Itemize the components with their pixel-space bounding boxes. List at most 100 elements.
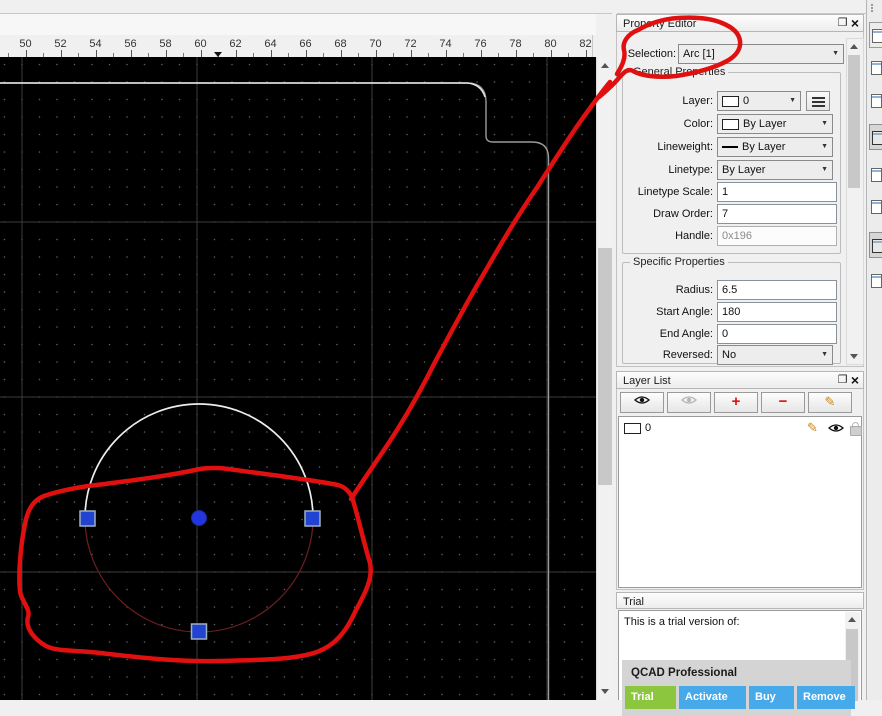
remove-layer-button[interactable]: −: [761, 392, 805, 413]
grip-end-point[interactable]: [304, 510, 321, 527]
layer-row[interactable]: 0 ✎: [619, 419, 862, 438]
window-top-strip: [0, 0, 882, 14]
close-panel-icon[interactable]: ×: [849, 373, 861, 387]
horizontal-ruler: 50 52 54 56 58 60 62 64 66 68 70 72 74 76 78 80 82: [0, 35, 593, 57]
trial-product-name: QCAD Professional: [631, 667, 738, 679]
ruler-number: 52: [54, 38, 67, 50]
color-swatch: [722, 118, 739, 130]
scrollbar-thumb[interactable]: [848, 55, 860, 188]
scrollbar-thumb[interactable]: [598, 248, 612, 485]
scroll-up-icon[interactable]: [850, 44, 858, 49]
radius-label: Radius:: [675, 284, 713, 296]
dock-toggle-column: [866, 0, 882, 700]
pencil-icon[interactable]: ✎: [807, 420, 818, 436]
selection-combobox[interactable]: Arc [1] ▼: [678, 44, 844, 64]
layer-combobox[interactable]: 0 ▼: [717, 91, 801, 111]
color-combobox[interactable]: By Layer ▼: [717, 114, 833, 134]
eye-icon: [634, 396, 650, 404]
close-panel-icon[interactable]: ×: [849, 16, 861, 30]
show-all-layers-button[interactable]: [620, 392, 664, 413]
end-angle-label: End Angle:: [659, 328, 713, 340]
scroll-down-icon[interactable]: [850, 354, 858, 359]
scroll-up-icon[interactable]: [601, 63, 609, 68]
ruler-number: 50: [19, 38, 32, 50]
dock-toggle-button[interactable]: [869, 162, 882, 188]
selection-value: Arc [1]: [683, 48, 715, 60]
dock-toggle-button-active[interactable]: [869, 232, 882, 258]
layer-menu-button[interactable]: [806, 91, 830, 111]
buy-button[interactable]: Buy: [749, 686, 794, 709]
panel-title: Trial: [623, 596, 644, 608]
ruler-ticks: 50 52 54 56 58 60 62 64 66 68 70 72 74 76 78 80 82: [0, 35, 592, 57]
float-panel-icon[interactable]: ❐: [837, 375, 848, 386]
dock-toggle-button-active[interactable]: [869, 124, 882, 150]
ruler-number: 72: [404, 38, 417, 50]
draw-order-label: Draw Order:: [653, 208, 713, 220]
draw-order-input[interactable]: [717, 204, 837, 224]
radius-input[interactable]: [717, 280, 837, 300]
selection-label: Selection:: [627, 48, 676, 60]
linetype-scale-label: Linetype Scale:: [637, 186, 713, 198]
pencil-icon: ✎: [824, 394, 836, 409]
canvas-vertical-scrollbar[interactable]: [596, 57, 613, 700]
trial-content: This is a trial version of: QCAD Profess…: [618, 610, 862, 716]
trial-titlebar[interactable]: Trial: [616, 592, 864, 609]
panel-title: Property Editor: [623, 18, 697, 30]
activate-button[interactable]: Activate: [679, 686, 746, 709]
ruler-number: 66: [299, 38, 312, 50]
reversed-combobox[interactable]: No ▼: [717, 345, 833, 365]
layer-list-titlebar[interactable]: Layer List ❐ ×: [616, 371, 864, 389]
reversed-value: No: [722, 349, 737, 361]
trial-tab-button[interactable]: Trial: [625, 686, 676, 709]
ruler-number: 54: [89, 38, 102, 50]
panel-window-icon: [871, 274, 882, 288]
lock-icon[interactable]: [850, 422, 862, 436]
ruler-number: 80: [544, 38, 557, 50]
linetype-combobox[interactable]: By Layer ▼: [717, 160, 833, 180]
lineweight-label: Lineweight:: [657, 141, 713, 153]
grid-dots: [0, 57, 596, 700]
grip-bottom-point[interactable]: [190, 623, 208, 640]
float-panel-icon[interactable]: ❐: [837, 18, 848, 29]
dock-toggle-button[interactable]: [869, 268, 882, 294]
end-angle-input[interactable]: [717, 324, 837, 344]
start-angle-input[interactable]: [717, 302, 837, 322]
dock-handle-dots: [871, 3, 879, 12]
lineweight-combobox[interactable]: By Layer ▼: [717, 137, 833, 157]
ruler-number: 56: [124, 38, 137, 50]
lineweight-sample-line: [722, 146, 738, 148]
ruler-number: 74: [439, 38, 452, 50]
panel-window-icon: [871, 200, 882, 214]
grip-center-point[interactable]: [191, 510, 207, 526]
dock-toggle-button[interactable]: [869, 55, 882, 81]
drawing-canvas[interactable]: [0, 57, 596, 700]
handle-label: Handle:: [675, 230, 713, 242]
scroll-down-icon[interactable]: [601, 689, 609, 694]
eye-icon[interactable]: [828, 423, 844, 433]
minus-icon: −: [778, 393, 788, 410]
layer-list[interactable]: 0 ✎: [618, 416, 862, 588]
property-editor-scrollbar[interactable]: [846, 38, 864, 365]
layer-color-swatch: [722, 95, 739, 107]
general-properties-legend: General Properties: [630, 66, 729, 78]
scroll-up-icon[interactable]: [848, 617, 856, 622]
property-editor-titlebar[interactable]: Property Editor ❐ ×: [616, 14, 864, 32]
edit-layer-button[interactable]: ✎: [808, 392, 852, 413]
panel-window-icon: [871, 168, 882, 182]
hide-all-layers-button[interactable]: [667, 392, 711, 413]
chevron-down-icon: ▼: [821, 166, 828, 173]
specific-properties-legend: Specific Properties: [630, 256, 728, 268]
add-layer-button[interactable]: +: [714, 392, 758, 413]
trial-message: This is a trial version of:: [624, 616, 740, 628]
ruler-number: 82: [579, 38, 592, 50]
dock-toggle-button[interactable]: [869, 88, 882, 114]
chevron-down-icon: ▼: [821, 143, 828, 150]
remove-button[interactable]: Remove: [797, 686, 855, 709]
linetype-scale-input[interactable]: [717, 182, 837, 202]
dock-toggle-button[interactable]: [869, 194, 882, 220]
handle-input: [717, 226, 837, 246]
dock-toggle-button[interactable]: [869, 22, 882, 48]
layer-list-panel: Layer List ❐ × + − ✎ 0 ✎: [616, 371, 864, 590]
chevron-down-icon: ▼: [832, 50, 839, 57]
grip-start-point[interactable]: [79, 510, 96, 527]
